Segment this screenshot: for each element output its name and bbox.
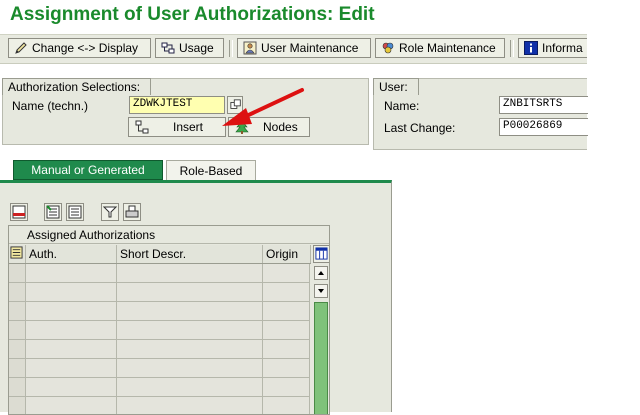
table-row[interactable] [9, 340, 311, 359]
table-row[interactable] [9, 359, 311, 378]
table-cell[interactable] [117, 264, 263, 283]
table-cell[interactable] [117, 340, 263, 359]
table-cell[interactable] [263, 359, 310, 378]
row-selector[interactable] [9, 321, 26, 340]
filter-button[interactable] [101, 203, 119, 221]
table-row[interactable] [9, 397, 311, 414]
table-cell[interactable] [263, 321, 310, 340]
table-cell[interactable] [117, 397, 263, 414]
scroll-down-button[interactable] [314, 284, 328, 298]
delete-row-button[interactable] [10, 203, 28, 221]
table-title: Assigned Authorizations [9, 226, 329, 244]
tab-role-based[interactable]: Role-Based [166, 160, 256, 180]
column-header-short-descr[interactable]: Short Descr. [117, 245, 263, 263]
table-row[interactable] [9, 264, 311, 283]
deselect-all-icon [68, 205, 82, 219]
column-header-origin[interactable]: Origin [263, 245, 311, 263]
filter-icon [102, 206, 118, 218]
table-cell[interactable] [26, 359, 117, 378]
table-row[interactable] [9, 283, 311, 302]
table-cell[interactable] [26, 302, 117, 321]
table-settings-icon [315, 247, 328, 260]
row-selector[interactable] [9, 359, 26, 378]
tab-content-area: Assigned Authorizations Auth. Short Desc… [0, 180, 392, 415]
deselect-all-button[interactable] [66, 203, 84, 221]
table-cell[interactable] [26, 340, 117, 359]
row-selector[interactable] [9, 378, 26, 397]
table-cell[interactable] [263, 397, 310, 414]
table-row[interactable] [9, 321, 311, 340]
arrow-up-icon [318, 271, 324, 275]
tab-manual-or-generated[interactable]: Manual or Generated [13, 160, 163, 180]
select-all-button[interactable] [44, 203, 62, 221]
select-all-icon [46, 205, 60, 219]
select-all-rows-button[interactable] [9, 245, 26, 263]
row-selector[interactable] [9, 397, 26, 414]
table-cell[interactable] [263, 302, 310, 321]
column-header-auth[interactable]: Auth. [26, 245, 117, 263]
delete-row-icon [12, 205, 26, 219]
row-selector[interactable] [9, 302, 26, 321]
print-button[interactable] [123, 203, 141, 221]
table-cell[interactable] [117, 321, 263, 340]
table-cell[interactable] [263, 340, 310, 359]
row-selector[interactable] [9, 283, 26, 302]
table-cell[interactable] [26, 321, 117, 340]
select-rows-icon [10, 246, 23, 259]
table-cell[interactable] [26, 397, 117, 414]
column-settings-button[interactable] [313, 245, 329, 263]
table-cell[interactable] [117, 283, 263, 302]
table-cell[interactable] [117, 378, 263, 397]
table-row[interactable] [9, 378, 311, 397]
row-selector[interactable] [9, 340, 26, 359]
table-cell[interactable] [117, 359, 263, 378]
row-selector[interactable] [9, 264, 26, 283]
table-cell[interactable] [263, 378, 310, 397]
scrollbar-thumb[interactable] [314, 302, 328, 414]
table-cell[interactable] [263, 264, 310, 283]
table-cell[interactable] [26, 283, 117, 302]
print-icon [125, 205, 139, 218]
assigned-authorizations-table: Assigned Authorizations Auth. Short Desc… [8, 225, 330, 415]
table-cell[interactable] [117, 302, 263, 321]
table-cell[interactable] [263, 283, 310, 302]
table-cell[interactable] [26, 264, 117, 283]
scroll-up-button[interactable] [314, 266, 328, 280]
table-row[interactable] [9, 302, 311, 321]
arrow-down-icon [318, 289, 324, 293]
vertical-scrollbar[interactable] [313, 264, 329, 414]
table-cell[interactable] [26, 378, 117, 397]
table-body [9, 264, 311, 414]
table-header: Auth. Short Descr. Origin [9, 245, 311, 264]
